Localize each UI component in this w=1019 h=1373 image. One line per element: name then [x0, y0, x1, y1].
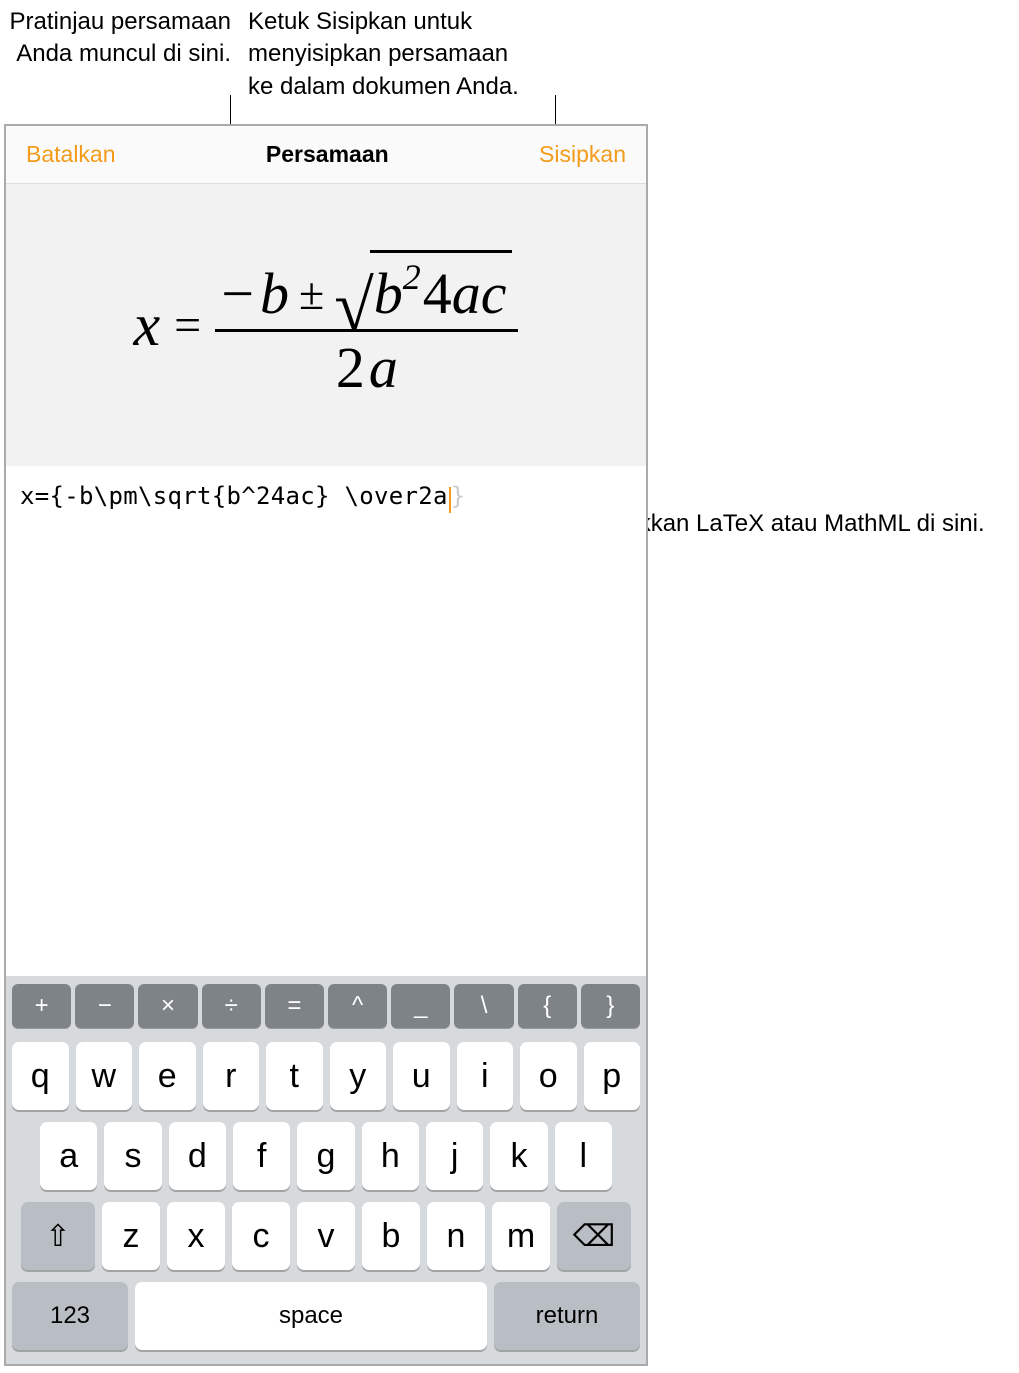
shift-key[interactable]: ⇧	[21, 1202, 95, 1270]
radical-icon: √	[334, 285, 374, 328]
input-text: x={-b\pm\sqrt{b^24ac} \over2a	[20, 482, 448, 510]
key-z[interactable]: z	[102, 1202, 160, 1270]
callout-insert: Ketuk Sisipkan untuk menyisipkan persama…	[248, 6, 538, 103]
eq-fraction: − b ± √ b 2 4 a c 2a	[215, 250, 518, 401]
latex-input[interactable]: x={-b\pm\sqrt{b^24ac} \over2a}	[6, 466, 646, 856]
key-h[interactable]: h	[362, 1122, 419, 1190]
key-x[interactable]: x	[167, 1202, 225, 1270]
key-underscore[interactable]: _	[391, 984, 450, 1028]
key-v[interactable]: v	[297, 1202, 355, 1270]
key-q[interactable]: q	[12, 1042, 69, 1110]
backspace-icon: ⌫	[573, 1219, 615, 1254]
return-key[interactable]: return	[494, 1282, 640, 1350]
key-j[interactable]: j	[426, 1122, 483, 1190]
equation-preview: x = − b ± √ b 2 4 a c	[6, 184, 646, 466]
text-cursor-icon	[449, 487, 451, 513]
key-y[interactable]: y	[330, 1042, 387, 1110]
key-a[interactable]: a	[40, 1122, 97, 1190]
key-i[interactable]: i	[457, 1042, 514, 1110]
eq-rad-b: b	[374, 265, 403, 323]
shift-icon: ⇧	[45, 1219, 70, 1254]
eq-minus: −	[221, 265, 254, 323]
key-g[interactable]: g	[297, 1122, 354, 1190]
backspace-key[interactable]: ⌫	[557, 1202, 631, 1270]
key-m[interactable]: m	[492, 1202, 550, 1270]
key-r[interactable]: r	[203, 1042, 260, 1110]
space-key[interactable]: space	[135, 1282, 487, 1350]
key-k[interactable]: k	[490, 1122, 547, 1190]
cancel-button[interactable]: Batalkan	[26, 141, 116, 168]
eq-b: b	[260, 265, 289, 323]
key-f[interactable]: f	[233, 1122, 290, 1190]
eq-pm: ±	[299, 271, 324, 317]
key-equals[interactable]: =	[265, 984, 324, 1028]
key-minus[interactable]: −	[75, 984, 134, 1028]
key-times[interactable]: ×	[138, 984, 197, 1028]
callout-preview: Pratinjau persamaan Anda muncul di sini.	[0, 6, 231, 71]
letter-row-2: a s d f g h j k l	[6, 1116, 646, 1196]
eq-sqrt: √ b 2 4 a c	[334, 250, 512, 323]
page-title: Persamaan	[266, 141, 389, 168]
eq-rad-4: 4	[423, 265, 452, 323]
key-p[interactable]: p	[584, 1042, 641, 1110]
keyboard: + − × ÷ = ^ _ \ { } q w e r t y u i o p …	[6, 976, 646, 1364]
key-t[interactable]: t	[266, 1042, 323, 1110]
eq-rad-c: c	[481, 265, 507, 323]
letter-row-1: q w e r t y u i o p	[6, 1036, 646, 1116]
key-u[interactable]: u	[393, 1042, 450, 1110]
navbar: Batalkan Persamaan Sisipkan	[6, 126, 646, 184]
key-backslash[interactable]: \	[454, 984, 513, 1028]
key-e[interactable]: e	[139, 1042, 196, 1110]
numbers-key[interactable]: 123	[12, 1282, 128, 1350]
key-s[interactable]: s	[104, 1122, 161, 1190]
key-d[interactable]: d	[169, 1122, 226, 1190]
key-w[interactable]: w	[76, 1042, 133, 1110]
key-o[interactable]: o	[520, 1042, 577, 1110]
bottom-row: 123 space return	[6, 1276, 646, 1356]
eq-rad-a: a	[452, 265, 481, 323]
key-l[interactable]: l	[555, 1122, 612, 1190]
key-brace-close[interactable]: }	[581, 984, 640, 1028]
key-b[interactable]: b	[362, 1202, 420, 1270]
key-plus[interactable]: +	[12, 984, 71, 1028]
ghost-brace: }	[451, 482, 466, 510]
key-caret[interactable]: ^	[328, 984, 387, 1028]
key-divide[interactable]: ÷	[202, 984, 261, 1028]
eq-rad-exp: 2	[403, 259, 421, 295]
eq-lhs: x	[134, 291, 161, 360]
symbol-row: + − × ÷ = ^ _ \ { }	[6, 976, 646, 1036]
key-n[interactable]: n	[427, 1202, 485, 1270]
letter-row-3: ⇧ z x c v b n m ⌫	[6, 1196, 646, 1276]
phone-frame: Batalkan Persamaan Sisipkan x = − b ± √ …	[4, 124, 648, 1366]
key-c[interactable]: c	[232, 1202, 290, 1270]
insert-button[interactable]: Sisipkan	[539, 141, 626, 168]
eq-equals: =	[174, 298, 201, 353]
key-brace-open[interactable]: {	[518, 984, 577, 1028]
